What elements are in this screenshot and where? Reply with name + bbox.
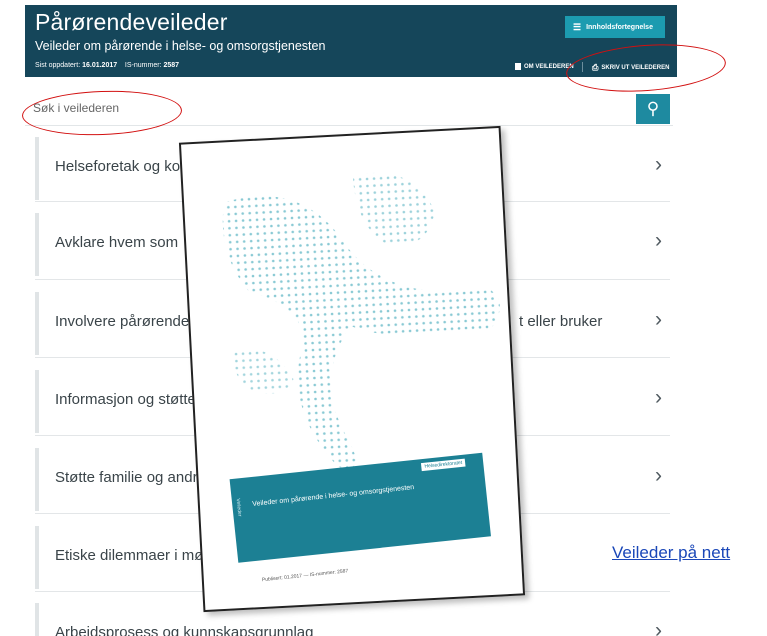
list-item-label: Informasjon og støtte xyxy=(55,391,196,408)
cover-brand: Helsedirektoratet xyxy=(421,458,466,472)
toc-button-label: Innholdsfortegnelse xyxy=(586,23,653,31)
list-item-label: Involvere pårørende xyxy=(55,313,190,330)
list-item-label: Arbeidsprosess og kunnskapsgrunnlag xyxy=(55,624,314,636)
list-item-label: Støtte familie og andre xyxy=(55,469,206,486)
list-item[interactable]: Arbeidsprosess og kunnskapsgrunnlag › xyxy=(35,603,670,636)
chevron-right-icon: › xyxy=(655,464,662,487)
search-icon: ⚲ xyxy=(646,99,660,118)
updated-label: Sist oppdatert: xyxy=(35,62,81,69)
list-item-label: Avklare hvem som xyxy=(55,234,179,251)
chevron-right-icon: › xyxy=(655,619,662,636)
page-subtitle: Veileder om pårørende i helse- og omsorg… xyxy=(35,39,326,53)
is-label: IS-nummer: xyxy=(124,62,162,69)
cover-side-text: Veileder xyxy=(234,498,243,517)
online-guide-link[interactable]: Veileder på nett xyxy=(612,543,730,563)
is-value: 2587 xyxy=(163,62,180,69)
list-item-label: Etiske dilemmaer i møte xyxy=(55,547,216,564)
updated-value: 16.01.2017 xyxy=(82,62,118,69)
cover-title: Veileder om pårørende i helse- og omsorg… xyxy=(251,484,415,509)
about-link[interactable]: OM VEILEDEREN xyxy=(515,63,574,70)
chevron-right-icon: › xyxy=(655,386,662,409)
list-item-label-tail: t eller bruker xyxy=(519,313,603,330)
toc-button[interactable]: ☰ Innholdsfortegnelse xyxy=(565,16,665,38)
chevron-right-icon: › xyxy=(655,229,662,252)
search-button[interactable]: ⚲ xyxy=(636,94,670,124)
meta-line: Sist oppdatert: 16.01.2017 IS-nummer: 25… xyxy=(35,62,179,69)
chevron-right-icon: › xyxy=(655,153,662,176)
list-icon: ☰ xyxy=(573,21,582,32)
chevron-right-icon: › xyxy=(655,308,662,331)
booklet-cover: Veileder Helsedirektoratet Veileder om p… xyxy=(178,125,526,613)
document-icon xyxy=(515,63,521,70)
page-title: Pårørendeveileder xyxy=(35,9,228,35)
